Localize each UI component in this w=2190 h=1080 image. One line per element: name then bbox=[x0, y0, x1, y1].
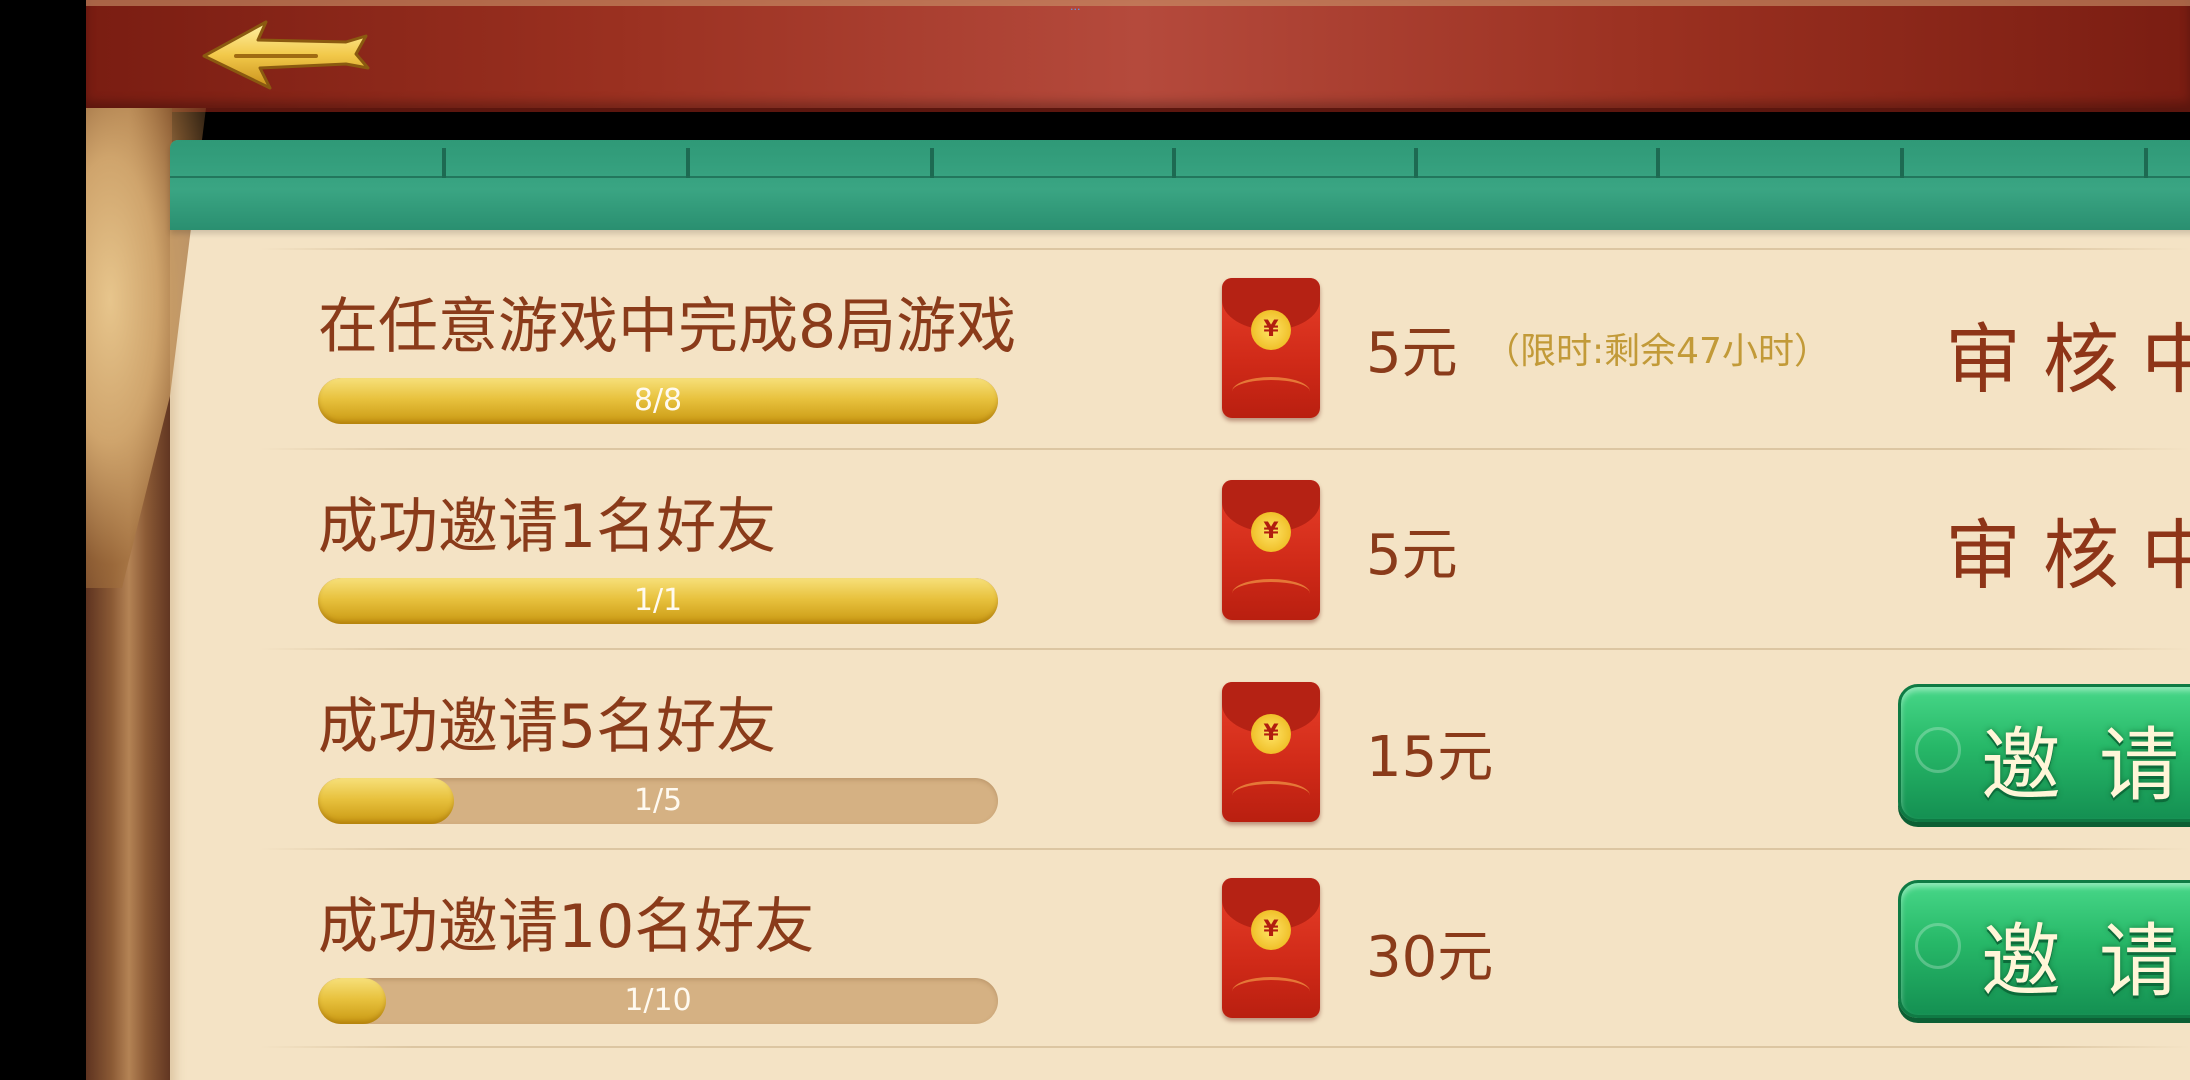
row-divider bbox=[260, 848, 2190, 850]
header-tick bbox=[930, 148, 934, 178]
header-tick bbox=[1172, 148, 1176, 178]
header-tick bbox=[1414, 148, 1418, 178]
swirl-decoration bbox=[1915, 923, 1961, 969]
coin-icon: ¥ bbox=[1251, 910, 1291, 950]
red-envelope-icon: ¥ bbox=[1222, 878, 1320, 1018]
row-divider bbox=[260, 1046, 2190, 1048]
wave-pattern bbox=[1232, 781, 1310, 810]
reward-amount: 5元 bbox=[1366, 321, 1458, 386]
panel-header bbox=[170, 140, 2190, 230]
swirl-decoration bbox=[1915, 727, 1961, 773]
wave-pattern bbox=[1232, 579, 1310, 608]
progress-bar: 8/8 bbox=[318, 378, 998, 424]
red-envelope-icon: ¥ bbox=[1222, 682, 1320, 822]
reward-amount: 15元 bbox=[1366, 725, 1494, 790]
task-title: 成功邀请5名好友 bbox=[318, 692, 777, 762]
progress-bar: 1/1 bbox=[318, 578, 998, 624]
row-divider bbox=[260, 648, 2190, 650]
task-title: 成功邀请10名好友 bbox=[318, 892, 815, 962]
task-title: 成功邀请1名好友 bbox=[318, 492, 777, 562]
coin-icon: ¥ bbox=[1251, 310, 1291, 350]
task-row: 在任意游戏中完成8局游戏 8/8 ¥ 5元 （限时:剩余47小时） 审核中 bbox=[250, 248, 2190, 448]
task-title: 在任意游戏中完成8局游戏 bbox=[318, 292, 1017, 362]
coin-icon: ¥ bbox=[1251, 512, 1291, 552]
header-tick bbox=[442, 148, 446, 178]
progress-text: 1/5 bbox=[633, 783, 683, 818]
coin-icon: ¥ bbox=[1251, 714, 1291, 754]
header-tick bbox=[2144, 148, 2148, 178]
task-row: 成功邀请1名好友 1/1 ¥ 5元 审核中 bbox=[250, 448, 2190, 648]
task-row: 成功邀请10名好友 1/10 ¥ 30元 邀请 bbox=[250, 848, 2190, 1048]
wave-pattern bbox=[1232, 977, 1310, 1006]
status-reviewing: 审核中 bbox=[1945, 511, 2190, 600]
progress-bar: 1/5 bbox=[318, 778, 998, 824]
invite-button-label: 邀请 bbox=[1981, 915, 2179, 1008]
status-reviewing: 审核中 bbox=[1945, 315, 2190, 404]
reward-time-limit: （限时:剩余47小时） bbox=[1484, 331, 1830, 372]
top-note: ... bbox=[1070, 0, 1081, 13]
reward-amount: 30元 bbox=[1366, 925, 1494, 990]
wave-pattern bbox=[1232, 377, 1310, 406]
invite-button[interactable]: 邀请 bbox=[1898, 684, 2190, 822]
header-line bbox=[170, 176, 2190, 178]
invite-button[interactable]: 邀请 bbox=[1898, 880, 2190, 1018]
header-tick bbox=[1656, 148, 1660, 178]
task-screen: ... 在任意游戏中完成8局游戏 8/8 ¥ 5元 （限时:剩余47小时） 审核… bbox=[0, 0, 2190, 1080]
progress-text: 1/10 bbox=[624, 983, 692, 1018]
red-envelope-icon: ¥ bbox=[1222, 278, 1320, 418]
progress-text: 8/8 bbox=[633, 383, 683, 418]
back-button[interactable] bbox=[196, 14, 376, 94]
header-tick bbox=[686, 148, 690, 178]
header-tick bbox=[1900, 148, 1904, 178]
top-bar bbox=[86, 0, 2190, 112]
row-divider bbox=[260, 248, 2190, 250]
progress-bar: 1/10 bbox=[318, 978, 998, 1024]
red-envelope-icon: ¥ bbox=[1222, 480, 1320, 620]
reward-amount: 5元 bbox=[1366, 523, 1458, 588]
row-divider bbox=[260, 448, 2190, 450]
back-arrow-icon bbox=[202, 20, 370, 90]
invite-button-label: 邀请 bbox=[1981, 719, 2179, 812]
task-row: 成功邀请5名好友 1/5 ¥ 15元 邀请 bbox=[250, 648, 2190, 848]
progress-text: 1/1 bbox=[633, 583, 683, 618]
